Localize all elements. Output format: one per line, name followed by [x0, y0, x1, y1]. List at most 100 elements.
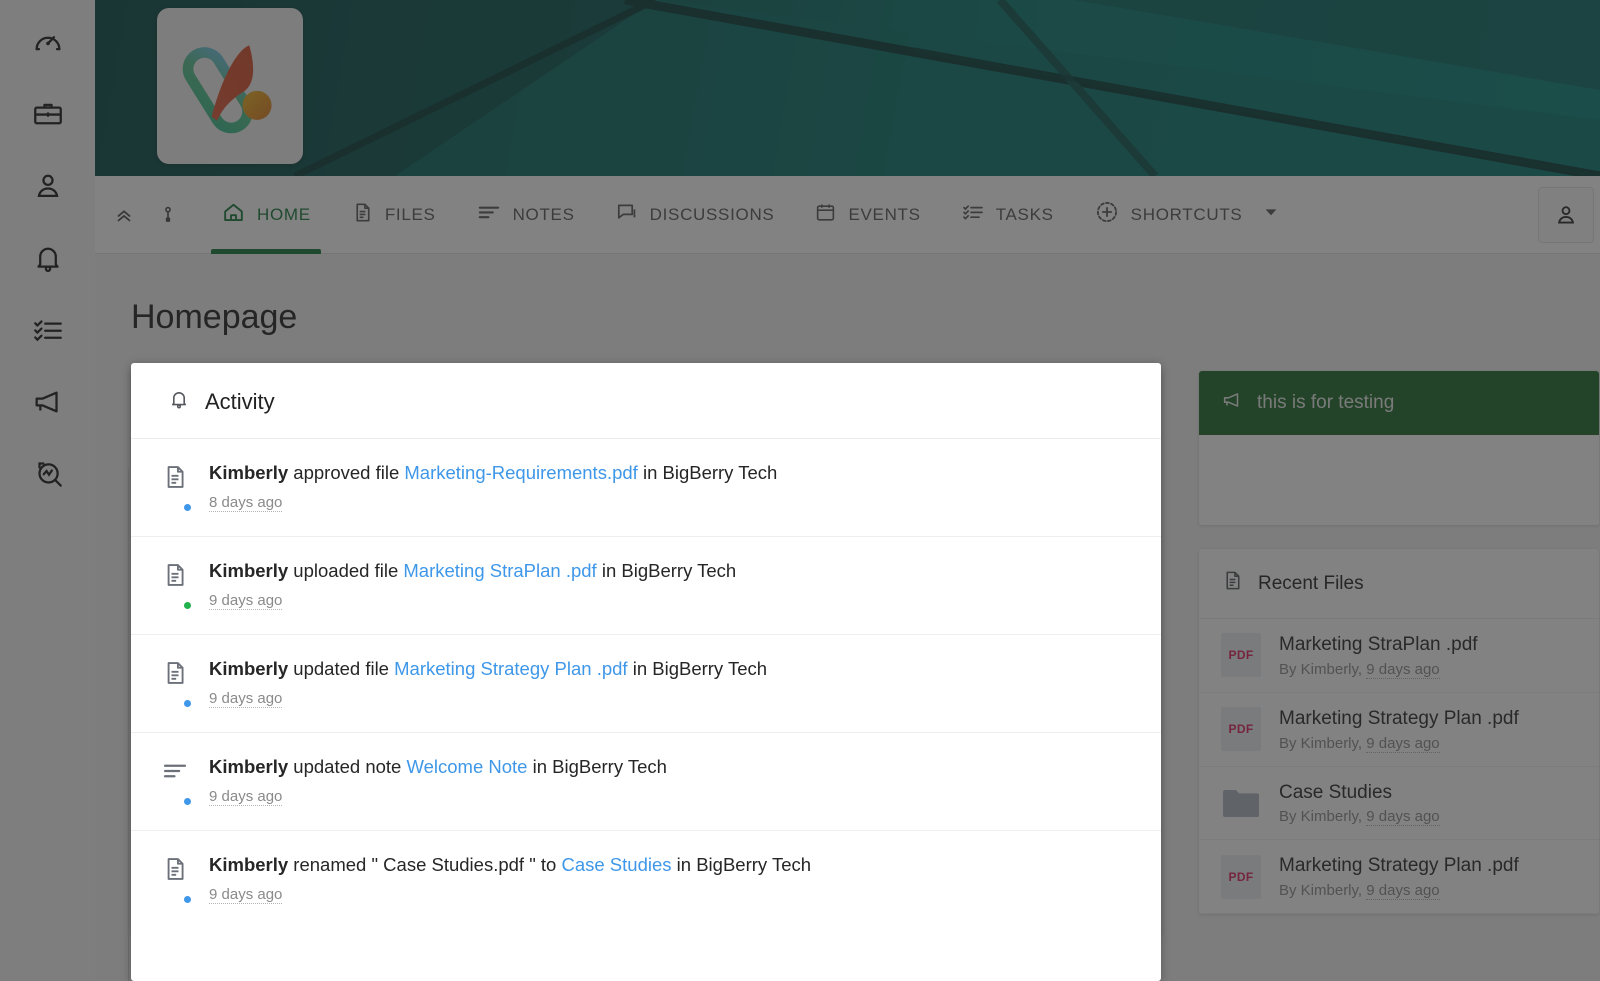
- notes-icon: [476, 199, 502, 230]
- activity-row[interactable]: Kimberly uploaded file Marketing StraPla…: [131, 537, 1161, 635]
- briefcase-icon[interactable]: [24, 90, 72, 138]
- recent-file-name: Case Studies: [1279, 781, 1393, 803]
- tab-label: DISCUSSIONS: [649, 204, 775, 224]
- recent-file-row[interactable]: Case Studies By Kimberly, 9 days ago: [1199, 767, 1599, 841]
- activity-status-dot: [182, 795, 193, 807]
- tab-label: NOTES: [512, 204, 575, 224]
- recent-file-row[interactable]: PDF Marketing Strategy Plan .pdf By Kimber…: [1199, 693, 1599, 767]
- scroll-divider[interactable]: [128, 469, 129, 981]
- activity-text: Kimberly updated note Welcome Note in Bi…: [209, 755, 1125, 780]
- recent-file-info: Marketing Strategy Plan .pdf By Kimberly,…: [1279, 707, 1519, 753]
- activity-title: Activity: [205, 388, 275, 414]
- nav-tabs: HOME FILES NOTES DISCUSSIONS EVENTS TASK…: [201, 176, 1299, 254]
- activity-timestamp[interactable]: 9 days ago: [209, 592, 283, 610]
- profile-button[interactable]: [1538, 186, 1594, 243]
- activity-context: in BigBerry Tech: [627, 657, 768, 679]
- recent-file-timestamp[interactable]: 9 days ago: [1366, 882, 1440, 900]
- file-icon: [161, 657, 193, 709]
- activity-text: Kimberly approved file Marketing-Require…: [209, 461, 1125, 486]
- tab-discussions[interactable]: DISCUSSIONS: [595, 176, 795, 254]
- recent-file-meta: By Kimberly, 9 days ago: [1279, 660, 1478, 679]
- collapse-icon[interactable]: [109, 200, 139, 230]
- recent-file-meta: By Kimberly, 9 days ago: [1279, 734, 1519, 753]
- chevron-down-icon[interactable]: [1263, 204, 1279, 225]
- announcement-body: [1199, 435, 1599, 525]
- workspace-logo[interactable]: [157, 8, 303, 164]
- dashboard-icon[interactable]: [24, 18, 72, 66]
- recent-file-row[interactable]: PDF Marketing StraPlan .pdf By Kimberly, 9…: [1199, 619, 1599, 693]
- activity-timestamp[interactable]: 9 days ago: [209, 788, 283, 806]
- tab-events[interactable]: EVENTS: [794, 176, 940, 254]
- megaphone-icon: [1221, 389, 1243, 417]
- recent-file-author: By Kimberly,: [1279, 734, 1367, 752]
- activity-target-link[interactable]: Marketing StraPlan .pdf: [403, 560, 596, 581]
- activity-verb: renamed " Case Studies.pdf " to: [288, 853, 562, 875]
- activity-actor: Kimberly: [209, 853, 289, 875]
- tab-tasks[interactable]: TASKS: [941, 176, 1074, 254]
- activity-row-body: Kimberly updated file Marketing Strategy…: [209, 657, 1125, 708]
- activity-context: in BigBerry Tech: [637, 462, 778, 483]
- tab-home[interactable]: HOME: [201, 176, 331, 254]
- activity-search-icon[interactable]: [24, 450, 72, 498]
- activity-status-dot: [182, 893, 193, 905]
- activity-row[interactable]: Kimberly updated note Welcome Note in Bi…: [131, 733, 1161, 831]
- recent-file-meta: By Kimberly, 9 days ago: [1279, 808, 1440, 827]
- pdf-icon: PDF: [1221, 854, 1261, 899]
- recent-file-timestamp[interactable]: 9 days ago: [1366, 660, 1440, 679]
- activity-row[interactable]: Kimberly approved file Marketing-Require…: [131, 439, 1161, 537]
- tab-notes[interactable]: NOTES: [456, 176, 595, 254]
- activity-row[interactable]: Kimberly updated file Marketing Strategy…: [131, 635, 1161, 733]
- recent-files-header: Recent Files: [1199, 549, 1599, 619]
- recent-file-timestamp[interactable]: 9 days ago: [1366, 808, 1440, 827]
- bell-icon[interactable]: [24, 234, 72, 282]
- recent-file-name: Marketing Strategy Plan .pdf: [1279, 707, 1519, 729]
- recent-file-author: By Kimberly,: [1279, 882, 1367, 899]
- activity-text: Kimberly renamed " Case Studies.pdf " to…: [209, 853, 1125, 878]
- announcement-title: this is for testing: [1257, 392, 1395, 413]
- activity-timestamp[interactable]: 8 days ago: [209, 494, 283, 512]
- activity-row-body: Kimberly renamed " Case Studies.pdf " to…: [209, 853, 1125, 904]
- workspace-banner: [95, 0, 1600, 176]
- tab-label: EVENTS: [848, 204, 921, 224]
- recent-file-author: By Kimberly,: [1279, 660, 1367, 678]
- recent-file-row[interactable]: PDF Marketing Strategy Plan .pdf By Kimber…: [1199, 840, 1599, 914]
- tab-files[interactable]: FILES: [331, 176, 456, 254]
- activity-verb: updated note: [288, 755, 407, 777]
- activity-context: in BigBerry Tech: [596, 559, 737, 581]
- activity-list: Kimberly approved file Marketing-Require…: [131, 439, 1161, 928]
- person-icon[interactable]: [24, 162, 72, 210]
- megaphone-icon[interactable]: [24, 378, 72, 426]
- file-icon: [161, 853, 193, 905]
- recent-file-name: Marketing Strategy Plan .pdf: [1279, 855, 1519, 877]
- pdf-icon: PDF: [1221, 633, 1261, 678]
- bell-icon: [167, 387, 191, 416]
- activity-context: in BigBerry Tech: [671, 853, 812, 875]
- file-icon: [351, 201, 374, 229]
- nav-right: [1538, 186, 1600, 243]
- activity-actor: Kimberly: [209, 657, 289, 679]
- recent-file-timestamp[interactable]: 9 days ago: [1366, 734, 1440, 753]
- activity-target-link[interactable]: Case Studies: [561, 854, 671, 875]
- activity-target-link[interactable]: Marketing Strategy Plan .pdf: [394, 658, 627, 679]
- activity-target-link[interactable]: Marketing-Requirements.pdf: [404, 462, 637, 483]
- calendar-icon: [814, 201, 837, 229]
- tasks-icon: [961, 200, 985, 229]
- checklist-icon[interactable]: [24, 306, 72, 354]
- tab-label: HOME: [257, 204, 311, 224]
- right-column: this is for testing Recent Files PDF Mar…: [1199, 371, 1599, 914]
- file-icon: [1221, 569, 1244, 598]
- workspace-nav: HOME FILES NOTES DISCUSSIONS EVENTS TASK…: [95, 176, 1600, 254]
- banner-geometry: [95, 0, 1600, 176]
- activity-row-body: Kimberly uploaded file Marketing StraPla…: [209, 559, 1125, 610]
- activity-text: Kimberly uploaded file Marketing StraPla…: [209, 559, 1125, 584]
- activity-row[interactable]: Kimberly renamed " Case Studies.pdf " to…: [131, 831, 1161, 928]
- pin-icon[interactable]: [153, 200, 183, 230]
- activity-row-body: Kimberly updated note Welcome Note in Bi…: [209, 755, 1125, 806]
- activity-timestamp[interactable]: 9 days ago: [209, 690, 283, 708]
- tab-shortcuts[interactable]: SHORTCUTS: [1074, 176, 1300, 254]
- announcement-header[interactable]: this is for testing: [1199, 371, 1599, 435]
- file-icon: [161, 559, 193, 611]
- nav-tools: [95, 200, 183, 230]
- activity-target-link[interactable]: Welcome Note: [406, 756, 527, 777]
- activity-timestamp[interactable]: 9 days ago: [209, 886, 283, 904]
